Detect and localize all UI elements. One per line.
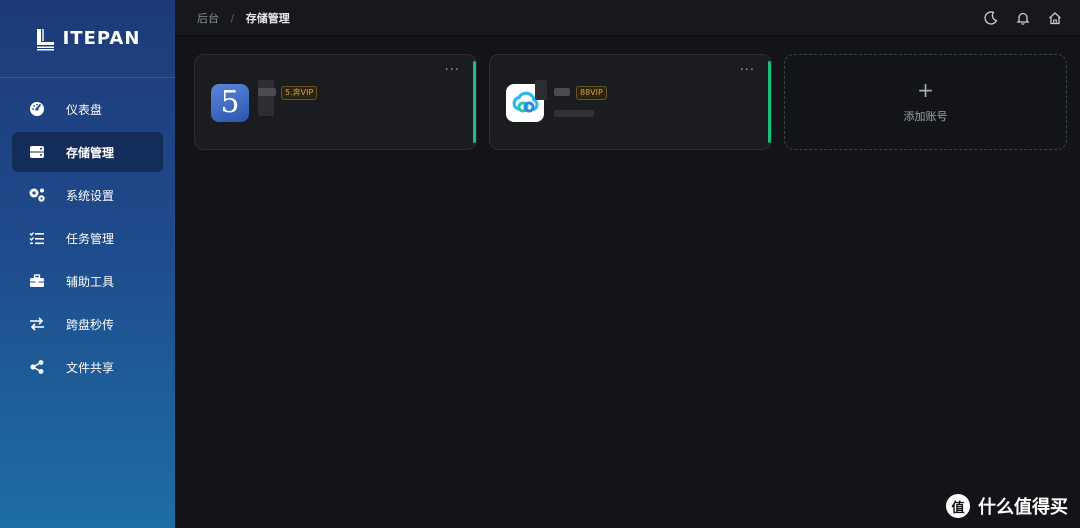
top-actions (984, 0, 1062, 36)
more-options-button[interactable]: ··· (445, 63, 460, 78)
logo-text: ITEPAN (62, 28, 141, 49)
top-bar: 后台 / 存储管理 (175, 0, 1080, 36)
home-icon[interactable] (1048, 11, 1062, 25)
dashboard-icon (28, 100, 46, 118)
more-options-button[interactable]: ··· (740, 63, 755, 78)
sidebar-item-tasks[interactable]: 任务管理 (12, 218, 163, 258)
vip-badge: 88VIP (576, 86, 607, 100)
card-accent-bar (473, 61, 476, 143)
gears-icon (28, 186, 46, 204)
logo-115-text: 5 (220, 85, 240, 120)
moon-icon[interactable] (984, 11, 998, 25)
storage-icon (28, 143, 46, 161)
task-list-icon (28, 229, 46, 247)
add-account-card[interactable]: + 添加账号 (784, 54, 1067, 150)
sidebar-item-storage[interactable]: 存储管理 (12, 132, 163, 172)
blurred-detail (554, 110, 594, 117)
blurred-username (535, 80, 547, 100)
add-account-label: 添加账号 (903, 110, 948, 123)
sidebar-item-label: 仪表盘 (66, 102, 103, 117)
toolbox-icon (28, 272, 46, 290)
share-icon (28, 358, 46, 376)
breadcrumb-current: 存储管理 (245, 11, 290, 25)
watermark-text: 什么值得买 (978, 497, 1068, 518)
sidebar-item-share[interactable]: 文件共享 (12, 347, 163, 387)
transfer-icon (28, 315, 46, 333)
sidebar-item-tools[interactable]: 辅助工具 (12, 261, 163, 301)
sidebar-item-transfer[interactable]: 跨盘秒传 (12, 304, 163, 344)
account-card-115[interactable]: 5 5.奔VIP ··· (194, 54, 477, 150)
card-accent-bar (768, 61, 771, 143)
vip-badge: 5.奔VIP (281, 86, 318, 100)
sidebar-item-label: 存储管理 (66, 145, 115, 160)
cloud-115-logo-icon: 5 (211, 84, 249, 122)
sidebar-item-label: 辅助工具 (66, 274, 115, 289)
sidebar-nav: 仪表盘 存储管理 系统设置 任务管理 辅助工具 跨盘秒传 文件共享 (0, 78, 175, 387)
breadcrumb-separator: / (230, 11, 235, 25)
app-logo[interactable]: ITEPAN (0, 0, 175, 78)
breadcrumb-home[interactable]: 后台 (197, 12, 219, 25)
watermark-logo-icon: 值 (946, 494, 970, 518)
bell-icon[interactable] (1016, 11, 1030, 25)
sidebar-item-label: 文件共享 (66, 360, 115, 375)
litepan-logo-icon (36, 28, 54, 50)
sidebar-item-label: 跨盘秒传 (66, 317, 115, 332)
plus-icon: + (917, 78, 934, 102)
blurred-name (258, 88, 276, 96)
sidebar-item-label: 任务管理 (66, 231, 115, 246)
sidebar-item-label: 系统设置 (66, 188, 115, 203)
blurred-name (554, 88, 570, 96)
sidebar-item-settings[interactable]: 系统设置 (12, 175, 163, 215)
watermark: 值 什么值得买 (946, 493, 1068, 519)
sidebar-item-dashboard[interactable]: 仪表盘 (12, 89, 163, 129)
breadcrumb: 后台 / 存储管理 (197, 10, 290, 26)
account-card-baidu[interactable]: 88VIP ··· (489, 54, 772, 150)
blurred-username (258, 80, 274, 116)
sidebar: ITEPAN 仪表盘 存储管理 系统设置 任务管理 辅助工具 跨盘秒传 文件共享 (0, 0, 175, 528)
